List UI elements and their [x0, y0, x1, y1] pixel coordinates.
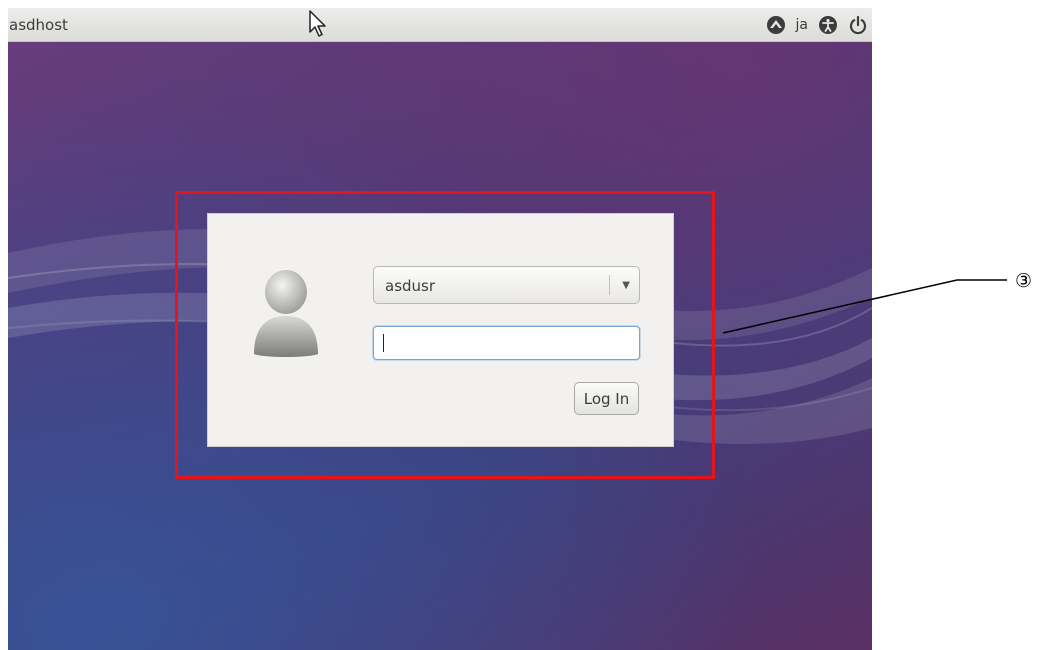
annotation-leader-line [722, 279, 1007, 334]
annotation-number-label: ③ [1015, 270, 1033, 292]
